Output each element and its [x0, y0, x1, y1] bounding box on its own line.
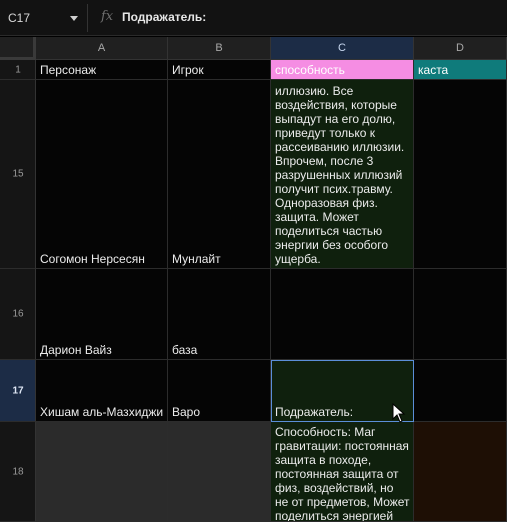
cell-a16[interactable]: Дарион Вайз	[36, 269, 168, 360]
cell-b17[interactable]: Варо	[168, 360, 271, 422]
row-header-1[interactable]: 1	[0, 60, 36, 80]
fx-icon: fx	[101, 9, 114, 24]
row-header-18[interactable]: 18	[0, 422, 36, 522]
cell-b18[interactable]	[168, 422, 271, 522]
cell-a1[interactable]: Персонаж	[36, 60, 168, 80]
column-header-c[interactable]: C	[271, 37, 414, 60]
cell-c1[interactable]: способность	[271, 60, 414, 80]
row-header-17[interactable]: 17	[0, 360, 36, 422]
row-header-15[interactable]: 15	[0, 80, 36, 269]
row-header-16[interactable]: 16	[0, 269, 36, 360]
column-header-d[interactable]: D	[414, 37, 507, 60]
cell-d18[interactable]	[414, 422, 507, 522]
formula-input[interactable]: Подражатель:	[122, 10, 206, 24]
chevron-down-icon[interactable]	[70, 16, 78, 21]
cell-d1[interactable]: каста	[414, 60, 507, 80]
cell-a17[interactable]: Хишам аль-Мазхиджи	[36, 360, 168, 422]
cell-a18[interactable]	[36, 422, 168, 522]
name-box[interactable]: C17	[0, 4, 88, 32]
cell-c18[interactable]: Способность: Маг гравитации: постоянная …	[271, 422, 414, 522]
select-all-corner[interactable]	[0, 37, 36, 60]
cell-reference: C17	[8, 11, 31, 25]
cell-d16[interactable]	[414, 269, 507, 360]
cell-d17[interactable]	[414, 360, 507, 422]
cell-b16[interactable]: база	[168, 269, 271, 360]
cell-c16[interactable]	[271, 269, 414, 360]
cell-d15[interactable]	[414, 80, 507, 269]
formula-bar: C17 fx Подражатель:	[0, 0, 507, 36]
mouse-pointer-icon	[392, 403, 406, 423]
cell-b15[interactable]: Мунлайт	[168, 80, 271, 269]
column-header-a[interactable]: A	[36, 37, 168, 60]
cell-c15[interactable]: иллюзию. Все воздействия, которые выпаду…	[271, 80, 414, 269]
cell-b1[interactable]: Игрок	[168, 60, 271, 80]
cell-a15[interactable]: Согомон Нерсесян	[36, 80, 168, 269]
column-header-b[interactable]: B	[168, 37, 271, 60]
